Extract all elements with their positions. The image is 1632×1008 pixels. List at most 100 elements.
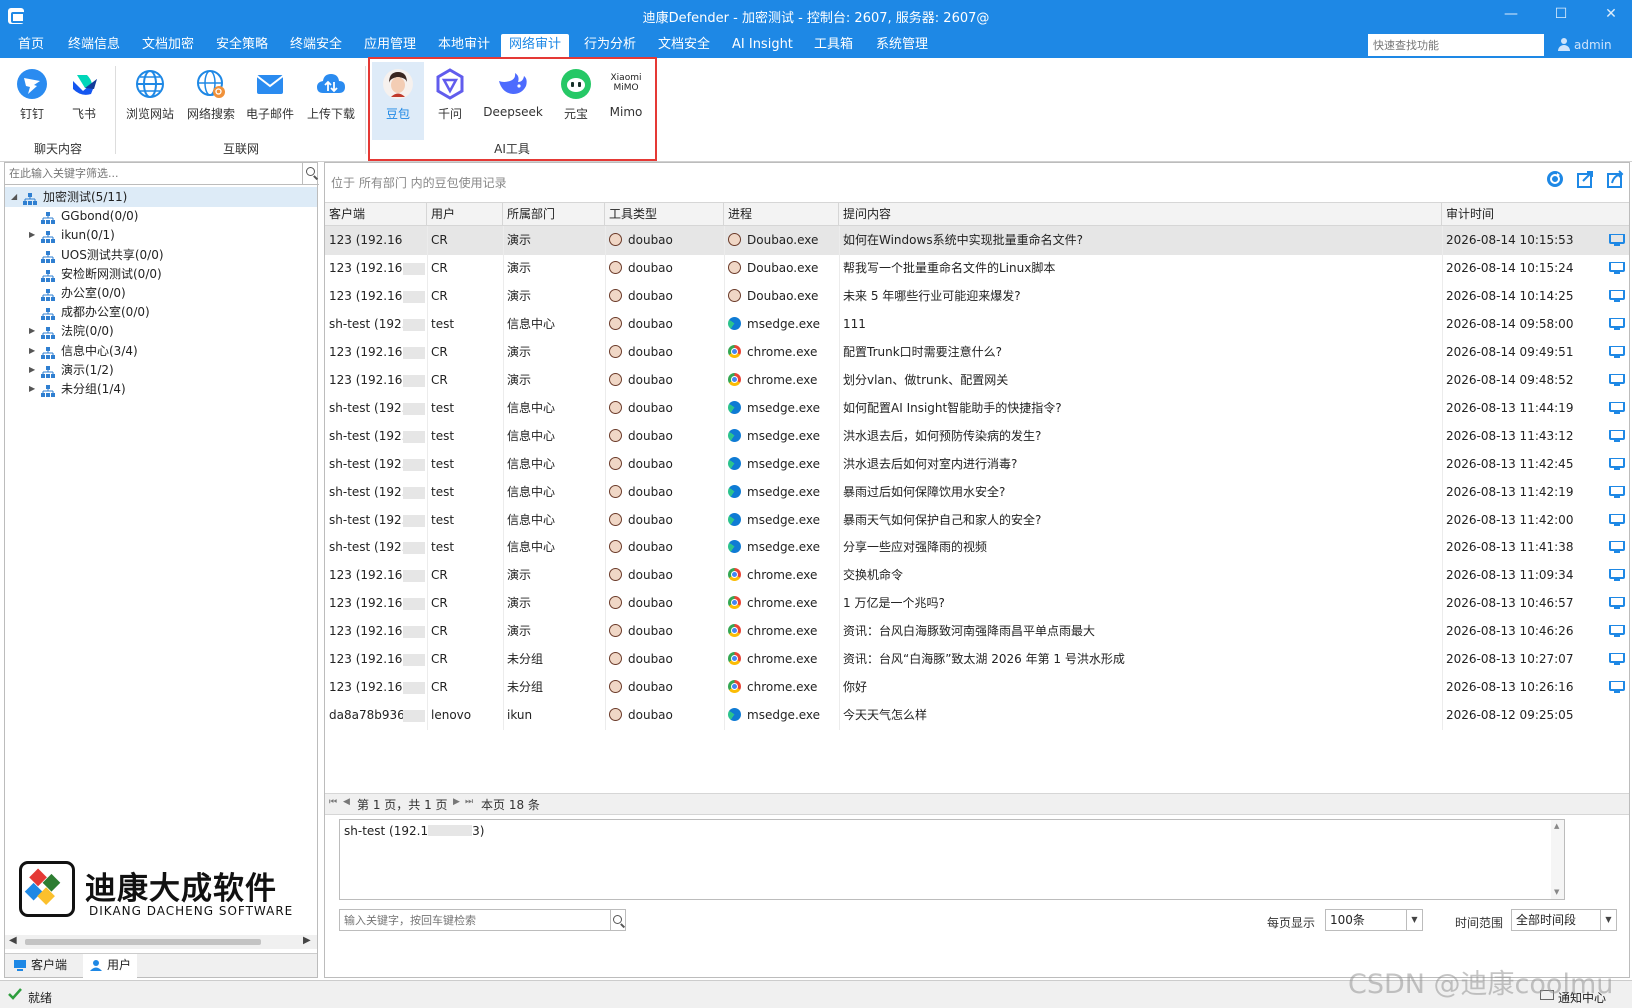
screen-capture-icon[interactable] <box>1609 596 1625 610</box>
minimize-icon[interactable]: — <box>1496 6 1526 22</box>
column-header[interactable]: 进程 <box>724 203 839 225</box>
screen-capture-icon[interactable] <box>1609 233 1625 246</box>
tree-node[interactable]: ▶ 信息中心(3/4) <box>5 341 317 361</box>
tree-expand-icon[interactable]: ▶ <box>29 341 35 361</box>
scroll-down-icon[interactable]: ▼ <box>1554 888 1559 896</box>
table-row[interactable]: sh-test (192.1 test 信息中心 doubao msedge.exe 暴雨… <box>325 477 1629 507</box>
tree-collapse-icon[interactable]: ◢ <box>11 187 17 207</box>
menu-item[interactable]: 文档安全 <box>650 34 718 58</box>
dingtalk-button[interactable]: 钉钉 <box>2 62 62 140</box>
browse-web-button[interactable]: 浏览网站 <box>120 62 180 140</box>
menu-item[interactable]: 本地审计 <box>430 34 498 58</box>
table-row[interactable]: sh-test (192.1 test 信息中心 doubao msedge.exe 11… <box>325 309 1629 339</box>
screen-capture-icon[interactable] <box>1609 568 1625 582</box>
table-row[interactable]: sh-test (192.1 test 信息中心 doubao msedge.exe 暴雨… <box>325 505 1629 535</box>
scroll-up-icon[interactable]: ▲ <box>1554 822 1559 830</box>
menu-item-active[interactable]: 网络审计 <box>501 34 570 58</box>
table-row[interactable]: sh-test (192.1 test 信息中心 doubao msedge.exe 洪水… <box>325 449 1629 479</box>
first-page-icon[interactable]: ⏮ <box>329 797 337 807</box>
tree-node[interactable]: 安检断网测试(0/0) <box>5 264 317 284</box>
time-range-select[interactable]: 全部时间段 ▼ <box>1511 909 1617 931</box>
table-row[interactable]: 123 (192.168. CR 演示 doubao Doubao.exe 如何在Wind… <box>325 226 1629 255</box>
table-row[interactable]: 123 (192.168. CR 演示 doubao chrome.exe 1 万亿是一个… <box>325 589 1629 619</box>
table-row[interactable]: 123 (192.168. CR 演示 doubao Doubao.exe 帮我写一个批量… <box>325 253 1629 283</box>
column-header[interactable]: 提问内容 <box>839 203 1442 225</box>
table-row[interactable]: 123 (192.168. CR 演示 doubao Doubao.exe 未来 5 年哪… <box>325 281 1629 311</box>
tree-node[interactable]: ▶ 法院(0/0) <box>5 321 317 341</box>
quick-search-input[interactable] <box>1368 34 1544 56</box>
menu-item[interactable]: 行为分析 <box>576 34 644 58</box>
tree-filter-input[interactable] <box>5 163 302 185</box>
last-page-icon[interactable]: ⏭ <box>465 797 473 807</box>
scroll-left-icon[interactable]: ◀ <box>9 935 17 946</box>
screen-capture-icon[interactable] <box>1609 344 1625 358</box>
menu-item[interactable]: 终端信息 <box>60 34 128 58</box>
tree-expand-icon[interactable]: ▶ <box>29 321 35 341</box>
column-header[interactable]: 用户 <box>427 203 503 225</box>
tree-expand-icon[interactable]: ▶ <box>29 379 35 399</box>
menu-item[interactable]: 文档加密 <box>134 34 202 58</box>
menu-item[interactable]: 终端安全 <box>282 34 350 58</box>
table-row[interactable]: da8a78b9365 lenovo ikun doubao msedge.exe 今天天… <box>325 701 1629 731</box>
tree-expand-icon[interactable]: ▶ <box>29 225 35 245</box>
refresh-icon[interactable] <box>1545 169 1565 189</box>
tree-node[interactable]: ▶ 未分组(1/4) <box>5 379 317 399</box>
export-icon[interactable] <box>1575 169 1595 189</box>
per-page-select[interactable]: 100条 ▼ <box>1325 909 1423 931</box>
upload-download-button[interactable]: 上传下载 <box>301 62 361 140</box>
table-row[interactable]: 123 (192.168. CR 演示 doubao chrome.exe 交换机命令 20… <box>325 561 1629 591</box>
column-header[interactable]: 客户端 <box>325 203 427 225</box>
table-row[interactable]: 123 (192.168. CR 演示 doubao chrome.exe 划分vlan、… <box>325 365 1629 395</box>
share-icon[interactable] <box>1605 169 1625 189</box>
tab-users[interactable]: 用户 <box>83 954 138 978</box>
screen-capture-icon[interactable] <box>1609 624 1625 638</box>
close-icon[interactable]: ✕ <box>1596 6 1626 22</box>
menu-item[interactable]: 应用管理 <box>356 34 424 58</box>
table-row[interactable]: 123 (192.168. CR 演示 doubao chrome.exe 资讯：台风白海… <box>325 617 1629 647</box>
screen-capture-icon[interactable] <box>1609 260 1625 274</box>
scroll-thumb[interactable] <box>25 939 261 945</box>
tree-node[interactable]: ▶ ikun(0/1) <box>5 225 317 245</box>
column-header[interactable]: 所属部门 <box>503 203 605 225</box>
scroll-right-icon[interactable]: ▶ <box>303 935 311 946</box>
tab-clients[interactable]: 客户端 <box>7 954 73 978</box>
screen-capture-icon[interactable] <box>1609 372 1625 386</box>
column-header[interactable]: 审计时间 <box>1442 203 1629 225</box>
next-page-icon[interactable]: ▶ <box>453 797 460 807</box>
menu-item[interactable]: AI Insight <box>724 34 801 58</box>
feishu-button[interactable]: 飞书 <box>54 62 114 140</box>
prev-page-icon[interactable]: ◀ <box>343 797 350 807</box>
keyword-search-input[interactable] <box>339 909 611 931</box>
tree-node[interactable]: 办公室(0/0) <box>5 283 317 303</box>
vertical-scrollbar[interactable]: ▲ ▼ <box>1551 820 1564 899</box>
keyword-search-button[interactable] <box>610 909 626 931</box>
tree-expand-icon[interactable]: ▶ <box>29 360 35 380</box>
tree-node[interactable]: 成都办公室(0/0) <box>5 302 317 322</box>
tree-node[interactable]: ▶ 演示(1/2) <box>5 360 317 380</box>
screen-capture-icon[interactable] <box>1609 484 1625 498</box>
horizontal-scrollbar[interactable]: ◀ ▶ <box>5 935 317 949</box>
table-row[interactable]: 123 (192.168. CR 演示 doubao chrome.exe 配置Trunk… <box>325 337 1629 367</box>
screen-capture-icon[interactable] <box>1609 316 1625 330</box>
menu-item[interactable]: 工具箱 <box>806 34 861 58</box>
table-row[interactable]: sh-test (192.1 test 信息中心 doubao msedge.exe 洪水… <box>325 421 1629 451</box>
tree-node[interactable]: UOS测试共享(0/0) <box>5 245 317 265</box>
maximize-icon[interactable]: ☐ <box>1546 6 1576 22</box>
screen-capture-icon[interactable] <box>1609 512 1625 526</box>
menu-item[interactable]: 系统管理 <box>868 34 936 58</box>
tree-node[interactable]: ◢ 加密测试(5/11) <box>5 187 317 207</box>
filter-search-button[interactable] <box>302 163 319 185</box>
table-row[interactable]: 123 (192.168. CR 未分组 doubao chrome.exe 你好 2026… <box>325 673 1629 703</box>
table-row[interactable]: 123 (192.168. CR 未分组 doubao chrome.exe 资讯：台风“… <box>325 645 1629 675</box>
column-header[interactable]: 工具类型 <box>605 203 724 225</box>
screen-capture-icon[interactable] <box>1609 400 1625 414</box>
user-menu[interactable]: admin <box>1558 36 1612 52</box>
table-row[interactable]: sh-test (192.1 test 信息中心 doubao msedge.exe 分享… <box>325 533 1629 563</box>
screen-capture-icon[interactable] <box>1609 428 1625 442</box>
screen-capture-icon[interactable] <box>1609 456 1625 470</box>
menu-item[interactable]: 首页 <box>10 34 52 58</box>
screen-capture-icon[interactable] <box>1609 540 1625 554</box>
detail-textarea[interactable]: sh-test (192.1 3) ▲ ▼ <box>339 819 1565 900</box>
screen-capture-icon[interactable] <box>1609 680 1625 694</box>
tree-node[interactable]: GGbond(0/0) <box>5 206 317 226</box>
